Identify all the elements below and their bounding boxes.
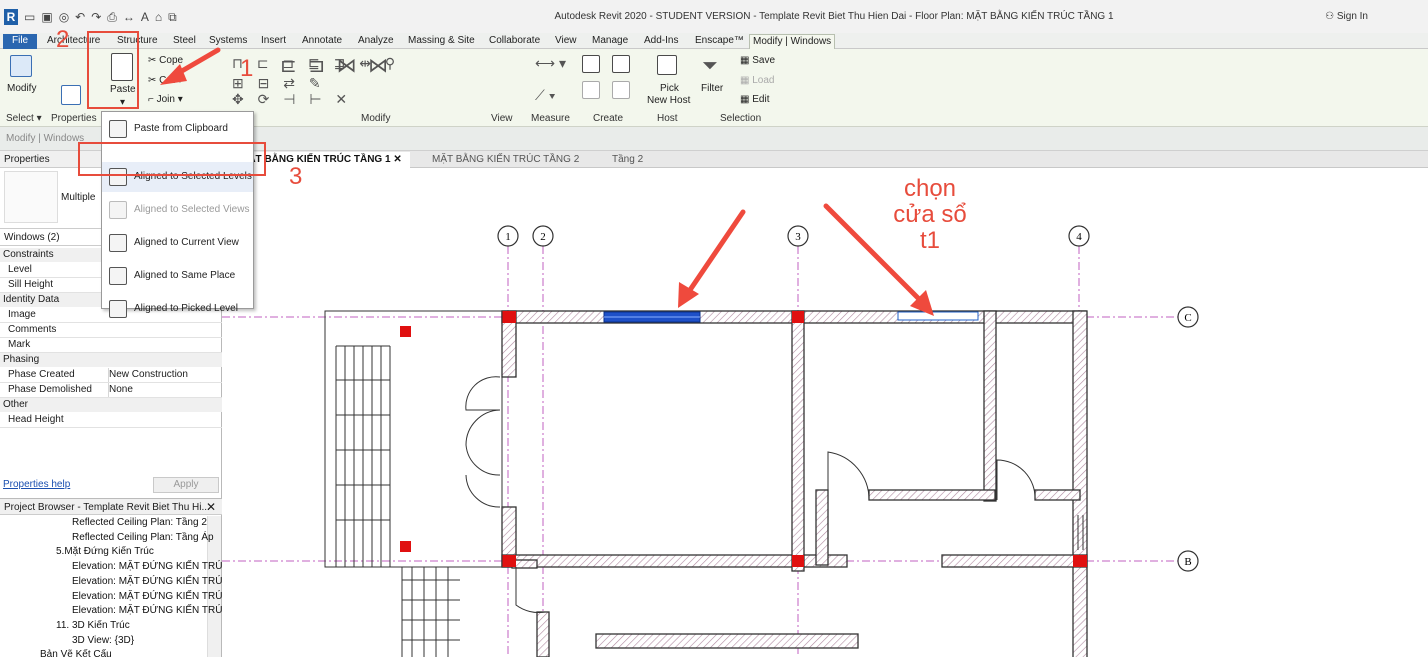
note-line-2: cửa sổ <box>893 201 967 228</box>
step-2-label: 2 <box>56 26 70 53</box>
annotation-overlay <box>160 47 934 316</box>
step-3-label: 3 <box>289 163 303 190</box>
step-1-label: 1 <box>240 55 254 82</box>
note-line-3: t1 <box>919 227 940 254</box>
note-select-window: chọn cửa sổ t1 <box>890 176 970 254</box>
revit-window: R ▭ ▣ ◎ ↶ ↷ ⎙ ↔ A ⌂ ⧉ Autodesk Revit 202… <box>0 0 1428 657</box>
note-line-1: chọn <box>903 175 957 202</box>
